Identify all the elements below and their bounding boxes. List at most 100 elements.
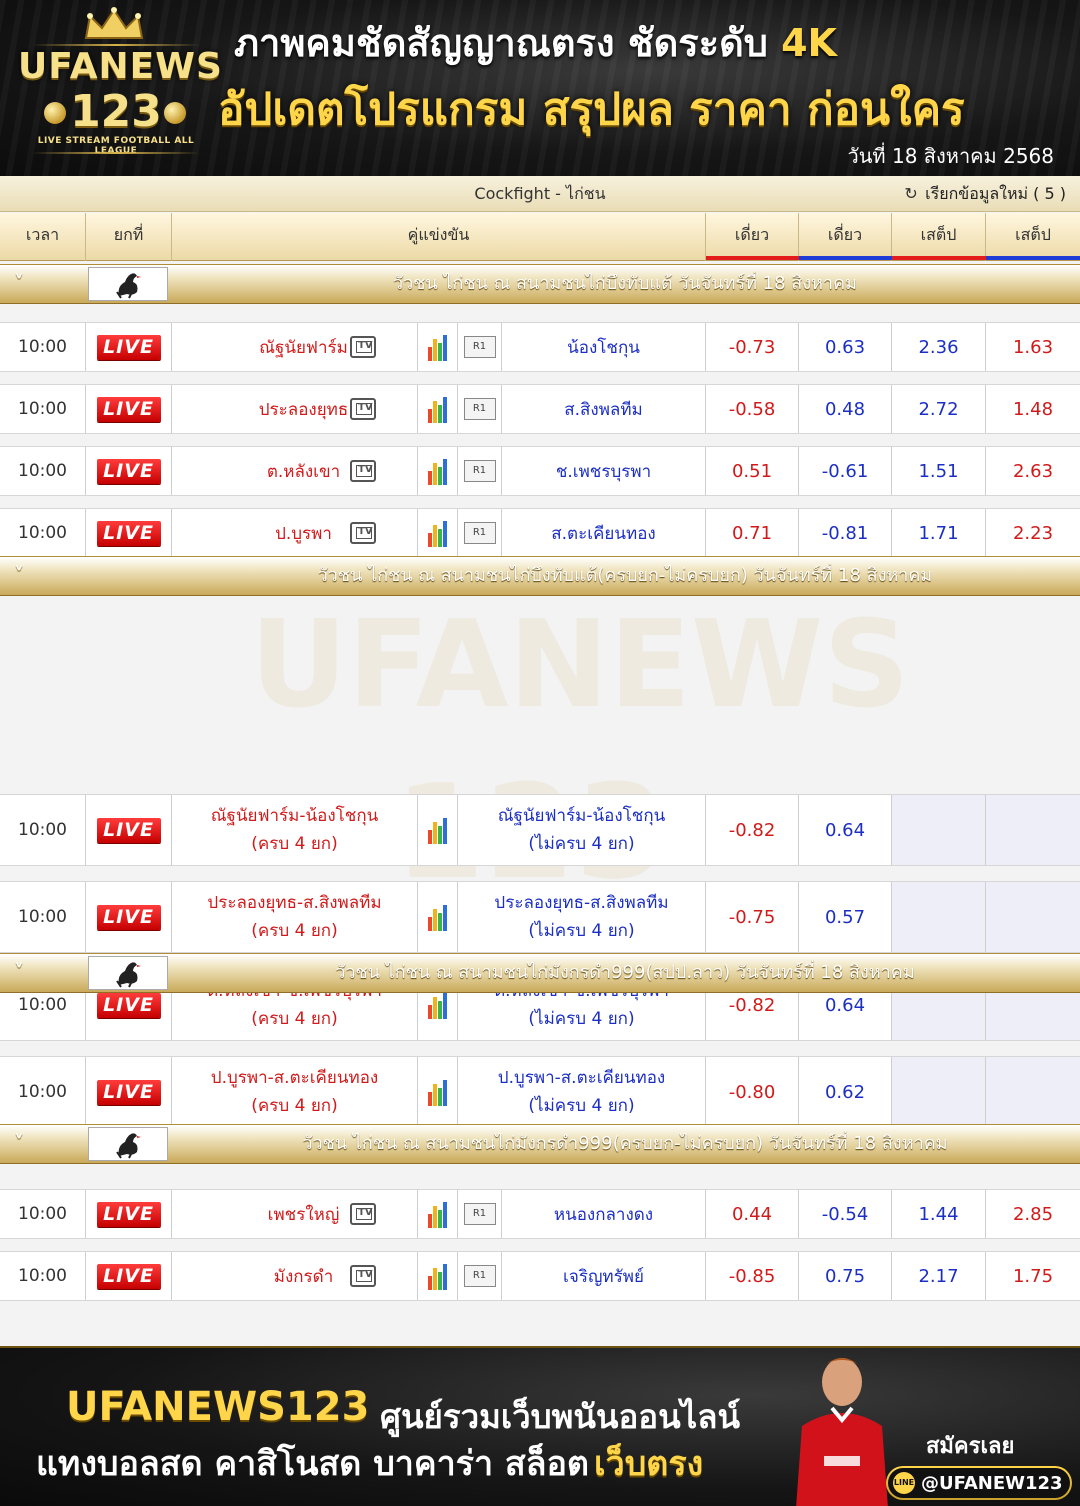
away-team[interactable]: ส.สิงพลทีม xyxy=(564,396,643,423)
odds-step-1[interactable]: 1.44 xyxy=(918,1204,958,1225)
live-badge[interactable]: LIVE xyxy=(96,458,161,484)
stats-icon[interactable] xyxy=(427,457,448,485)
tv-icon[interactable]: TV xyxy=(350,460,376,482)
home-team[interactable]: เพชรใหญ่ xyxy=(268,1201,340,1228)
live-badge[interactable]: LIVE xyxy=(96,1079,161,1105)
refresh-button[interactable]: ↻ เรียกข้อมูลใหม่ ( 5 ) xyxy=(902,176,1066,212)
home-team-cell: ป.บูรพา-ส.ตะเคียนทอง (ครบ 4 ยก) xyxy=(172,1057,418,1127)
away-team[interactable]: เจริญทรัพย์ xyxy=(563,1263,644,1290)
odds-single-1[interactable]: -0.85 xyxy=(729,1266,776,1287)
odds-step-1[interactable]: 1.51 xyxy=(918,461,958,482)
live-badge[interactable]: LIVE xyxy=(96,1201,161,1227)
odds-single-1[interactable]: 0.44 xyxy=(732,1204,772,1225)
column-header: เวลา ยกที่ คู่แข่งขัน เดี่ยว เดี่ยว เสต็… xyxy=(0,213,1080,261)
odds-step-1[interactable]: 2.36 xyxy=(918,337,958,358)
odds-step-2[interactable]: 2.23 xyxy=(1013,523,1053,544)
stats-icon[interactable] xyxy=(427,1262,448,1290)
stats-icon[interactable] xyxy=(427,816,448,844)
odds-single-1[interactable]: -0.73 xyxy=(729,337,776,358)
stats-icon[interactable] xyxy=(427,903,448,931)
odds-single-1[interactable]: -0.82 xyxy=(729,820,776,841)
league-header[interactable]: ˅ วัวชน ไก่ชน ณ สนามชนไก่มังกรดำ999(สปป.ล… xyxy=(0,953,1080,993)
odds-single-2[interactable]: -0.81 xyxy=(822,523,869,544)
stats-icon[interactable] xyxy=(427,395,448,423)
league-header[interactable]: ˅ วัวชน ไก่ชน ณ สนามชนไก่บึงทับแต้ วันจัน… xyxy=(0,264,1080,304)
odds-single-1[interactable]: 0.51 xyxy=(732,461,772,482)
odds-single-1[interactable]: -0.80 xyxy=(729,1082,776,1103)
live-badge[interactable]: LIVE xyxy=(96,817,161,843)
odds-single-2[interactable]: -0.54 xyxy=(822,1204,869,1225)
live-badge[interactable]: LIVE xyxy=(96,520,161,546)
stats-icon[interactable] xyxy=(427,1078,448,1106)
away-team[interactable]: ป.บูรพา-ส.ตะเคียนทอง (ไม่ครบ 4 ยก) xyxy=(498,1064,665,1120)
odds-cell: -0.85 xyxy=(706,1252,799,1300)
tv-icon[interactable]: TV xyxy=(350,336,376,358)
live-badge[interactable]: LIVE xyxy=(96,992,161,1018)
home-team[interactable]: มังกรดำ xyxy=(274,1263,334,1290)
odds-step-2[interactable]: 1.63 xyxy=(1013,337,1053,358)
live-badge[interactable]: LIVE xyxy=(96,396,161,422)
odds-single-2[interactable]: 0.57 xyxy=(825,907,865,928)
odds-single-2[interactable]: 0.62 xyxy=(825,1082,865,1103)
home-team[interactable]: ณัฐนัยฟาร์ม-น้องโชกุน (ครบ 4 ยก) xyxy=(211,802,379,858)
odds-single-2[interactable]: 0.63 xyxy=(825,337,865,358)
chevron-down-icon[interactable]: ˅ xyxy=(8,265,30,301)
away-team[interactable]: ส.ตะเคียนทอง xyxy=(551,520,655,547)
odds-single-1[interactable]: 0.71 xyxy=(732,523,772,544)
tv-icon[interactable]: TV xyxy=(350,1203,376,1225)
odds-single-1[interactable]: -0.58 xyxy=(729,399,776,420)
line-contact-button[interactable]: LINE @UFANEW123 xyxy=(886,1466,1072,1500)
stats-cell xyxy=(418,509,458,557)
signup-button[interactable]: สมัครเลย xyxy=(926,1428,1014,1463)
odds-single-1[interactable]: -0.75 xyxy=(729,907,776,928)
odds-step-2[interactable]: 2.85 xyxy=(1013,1204,1053,1225)
home-team[interactable]: ป.บูรพา xyxy=(275,520,332,547)
away-team[interactable]: ประลองยุทธ-ส.สิงพลทีม (ไม่ครบ 4 ยก) xyxy=(494,889,668,945)
stats-icon[interactable] xyxy=(427,1200,448,1228)
stats-icon[interactable] xyxy=(427,333,448,361)
match-row: 10:00 LIVE TV ต.หลังเขา R1 ช.เพชรบุรพา 0.51 -0.… xyxy=(0,446,1080,496)
odds-single-2[interactable]: 0.75 xyxy=(825,1266,865,1287)
odds-step-1[interactable]: 2.17 xyxy=(918,1266,958,1287)
chevron-down-icon[interactable]: ˅ xyxy=(8,557,30,593)
live-badge[interactable]: LIVE xyxy=(96,1263,161,1289)
home-team[interactable]: ป.บูรพา-ส.ตะเคียนทอง (ครบ 4 ยก) xyxy=(211,1064,378,1120)
step-cell: 1.63 xyxy=(986,323,1080,371)
away-team[interactable]: น้องโชกุน xyxy=(567,334,640,361)
away-team-name: ประลองยุทธ-ส.สิงพลทีม xyxy=(494,893,669,913)
chevron-down-icon[interactable]: ˅ xyxy=(8,1125,30,1161)
home-team-cell: ณัฐนัยฟาร์ม-น้องโชกุน (ครบ 4 ยก) xyxy=(172,795,418,865)
tv-icon[interactable]: TV xyxy=(350,522,376,544)
odds-single-2[interactable]: 0.64 xyxy=(825,820,865,841)
league-header[interactable]: ˅ วัวชน ไก่ชน ณ สนามชนไก่มังกรดำ999(ครบยก… xyxy=(0,1124,1080,1164)
live-badge[interactable]: LIVE xyxy=(96,904,161,930)
odds-single-2[interactable]: 0.48 xyxy=(825,399,865,420)
home-team[interactable]: ประลองยุทธ-ส.สิงพลทีม (ครบ 4 ยก) xyxy=(207,889,381,945)
step-cell xyxy=(892,1057,986,1127)
away-team[interactable]: ช.เพชรบุรพา xyxy=(556,458,651,485)
away-team[interactable]: ณัฐนัยฟาร์ม-น้องโชกุน (ไม่ครบ 4 ยก) xyxy=(498,802,666,858)
tv-icon[interactable]: TV xyxy=(350,1265,376,1287)
chevron-down-icon[interactable]: ˅ xyxy=(8,954,30,990)
stats-icon[interactable] xyxy=(427,519,448,547)
stats-icon[interactable] xyxy=(427,991,448,1019)
odds-single-2[interactable]: 0.64 xyxy=(825,995,865,1016)
away-team[interactable]: หนองกลางดง xyxy=(554,1201,653,1228)
home-team-cell: ประลองยุทธ-ส.สิงพลทีม (ครบ 4 ยก) xyxy=(172,882,418,952)
live-badge[interactable]: LIVE xyxy=(96,334,161,360)
odds-single-2[interactable]: -0.61 xyxy=(822,461,869,482)
home-team[interactable]: ณัฐนัยฟาร์ม xyxy=(259,334,348,361)
home-team[interactable]: ประลองยุทธ xyxy=(259,396,349,423)
step-cell: 2.63 xyxy=(986,447,1080,495)
header-headline-4k: 4K xyxy=(781,21,837,65)
odds-step-2[interactable]: 1.75 xyxy=(1013,1266,1053,1287)
odds-step-2[interactable]: 1.48 xyxy=(1013,399,1053,420)
odds-step-1[interactable]: 2.72 xyxy=(918,399,958,420)
home-team[interactable]: ต.หลังเขา xyxy=(267,458,340,485)
tv-icon[interactable]: TV xyxy=(350,398,376,420)
odds-step-2[interactable]: 2.63 xyxy=(1013,461,1053,482)
league-header[interactable]: ˅ วัวชน ไก่ชน ณ สนามชนไก่บึงทับแต้(ครบยก-… xyxy=(0,556,1080,596)
odds-step-1[interactable]: 1.71 xyxy=(918,523,958,544)
odds-single-1[interactable]: -0.82 xyxy=(729,995,776,1016)
stats-bar xyxy=(437,913,442,931)
